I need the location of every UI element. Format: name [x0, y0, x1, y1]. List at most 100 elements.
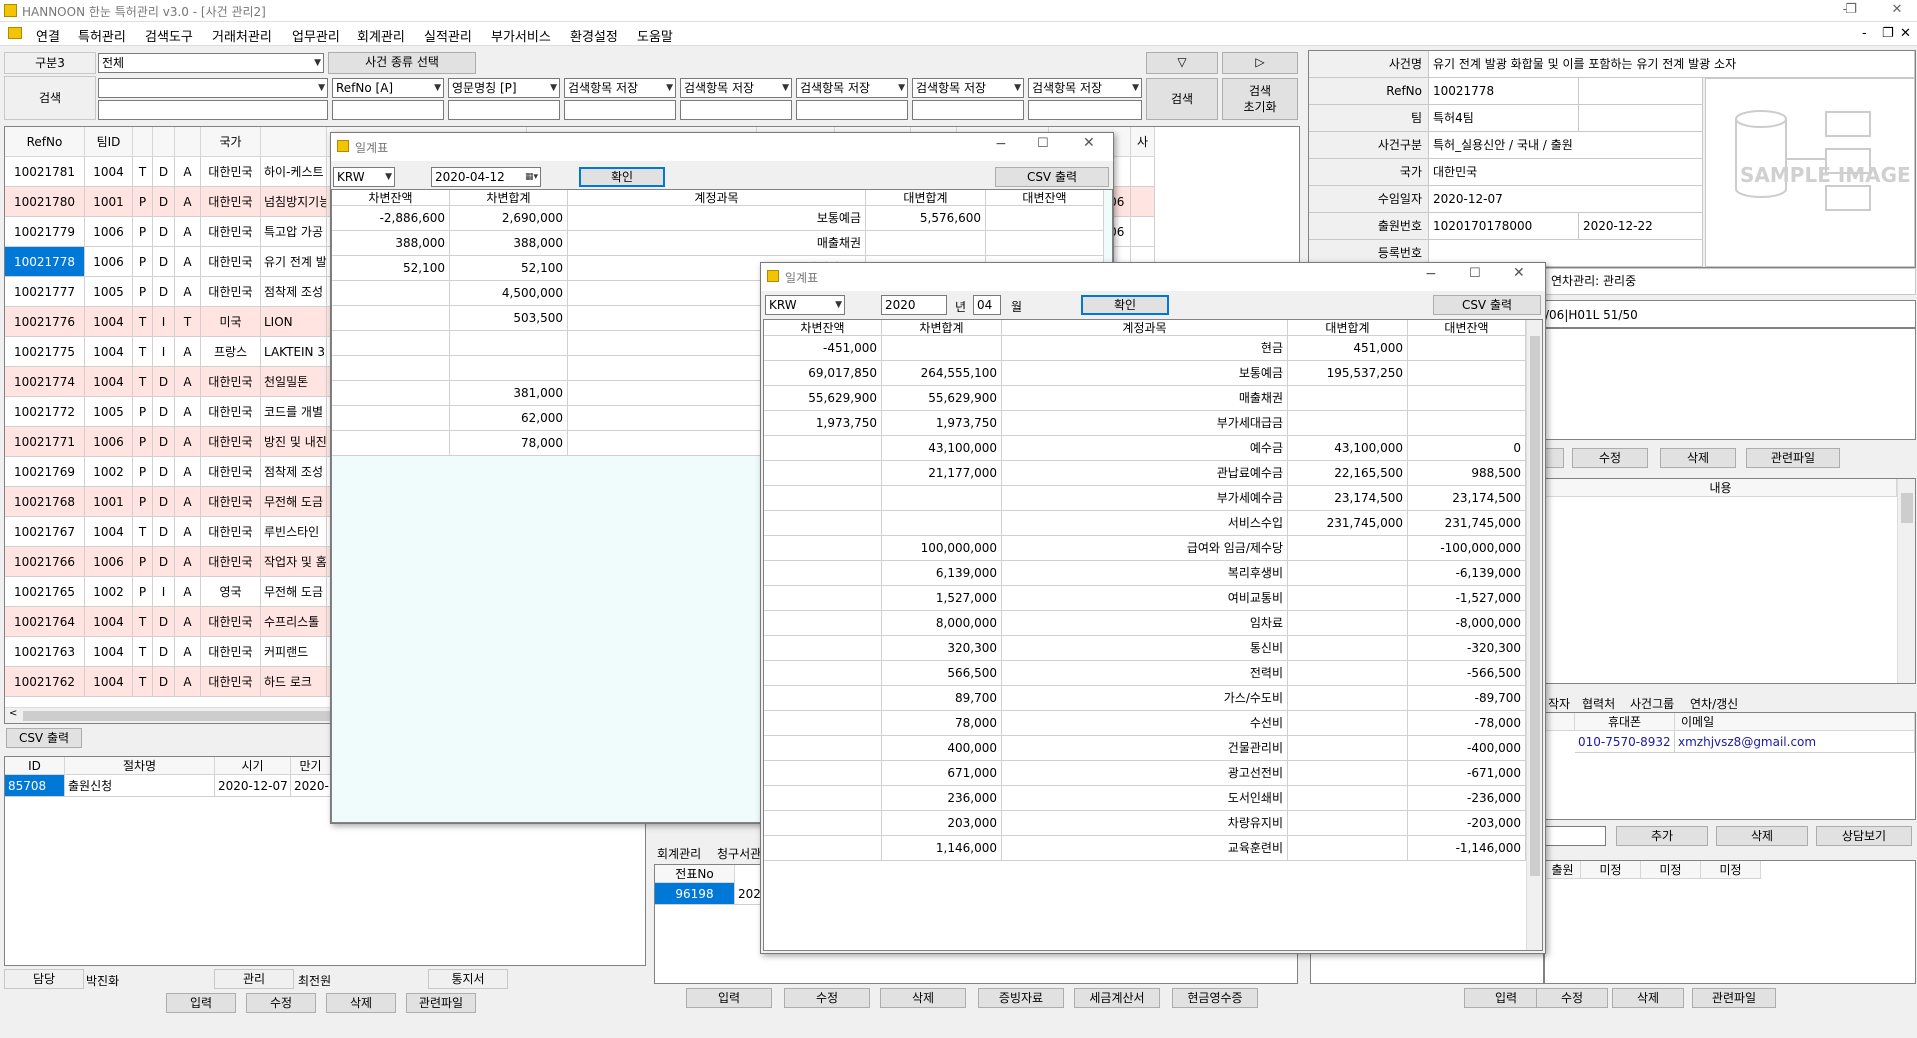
- dialog1-cell-debit-total[interactable]: 4,500,000: [450, 281, 568, 306]
- dialog2-cell-credit-balance[interactable]: -89,700: [1408, 686, 1526, 711]
- procedure-row-id[interactable]: 85708: [5, 775, 65, 797]
- dialog2-cell-credit-balance[interactable]: -566,500: [1408, 661, 1526, 686]
- case-cell-team[interactable]: 1002: [85, 577, 133, 607]
- case-cell-country[interactable]: 대한민국: [201, 517, 261, 547]
- dialog1-cell-debit-balance[interactable]: 388,000: [332, 231, 450, 256]
- dialog1-cell-credit-balance[interactable]: [986, 231, 1104, 256]
- dialog2-cell-debit-balance[interactable]: [764, 511, 882, 536]
- case-cell-country[interactable]: 프랑스: [201, 337, 261, 367]
- menu-connect[interactable]: 연결: [36, 26, 60, 45]
- case-cell-flag-a[interactable]: T: [133, 637, 153, 667]
- dialog2-cell-account[interactable]: 부가세대급금: [1002, 411, 1288, 436]
- case-cell-flag-a[interactable]: T: [133, 307, 153, 337]
- search-field-select-4[interactable]: 검색항목 저장 ▼: [680, 78, 792, 98]
- case-cell-flag-c[interactable]: A: [175, 607, 201, 637]
- search-reset-button[interactable]: 검색 초기화: [1222, 78, 1298, 120]
- dialog2-header-credit-total[interactable]: 대변합계: [1288, 320, 1408, 336]
- case-cell-country[interactable]: 대한민국: [201, 277, 261, 307]
- case-cell-country[interactable]: 대한민국: [201, 637, 261, 667]
- search-field-select-1[interactable]: RefNo [A] ▼: [332, 78, 444, 98]
- case-cell-team[interactable]: 1004: [85, 607, 133, 637]
- case-cell-extra[interactable]: [1131, 157, 1155, 187]
- case-cell-flag-c[interactable]: A: [175, 157, 201, 187]
- case-cell-ref[interactable]: 10021764: [5, 607, 85, 637]
- case-cell-flag-b[interactable]: D: [153, 367, 175, 397]
- contact-email[interactable]: xmzhjvsz8@gmail.com: [1675, 731, 1915, 753]
- case-cell-team[interactable]: 1001: [85, 187, 133, 217]
- case-cell-extra[interactable]: [1131, 217, 1155, 247]
- case-cell-flag-c[interactable]: A: [175, 667, 201, 697]
- case-cell-name[interactable]: 코드를 개별: [261, 397, 327, 427]
- dialog1-cell-credit-balance[interactable]: [986, 206, 1104, 231]
- case-cell-name[interactable]: 하드 로크: [261, 667, 327, 697]
- case-cell-flag-b[interactable]: D: [153, 277, 175, 307]
- case-cell-team[interactable]: 1006: [85, 247, 133, 277]
- dialog2-cell-credit-total[interactable]: [1288, 761, 1408, 786]
- dialog2-cell-debit-total[interactable]: 400,000: [882, 736, 1002, 761]
- case-cell-flag-b[interactable]: D: [153, 457, 175, 487]
- case-cell-country[interactable]: 대한민국: [201, 607, 261, 637]
- case-cell-flag-b[interactable]: D: [153, 637, 175, 667]
- dialog2-cell-debit-balance[interactable]: 1,973,750: [764, 411, 882, 436]
- case-cell-team[interactable]: 1001: [85, 487, 133, 517]
- dialog2-month-input[interactable]: 04: [973, 295, 1001, 315]
- acct-delete-button[interactable]: 삭제: [880, 988, 966, 1008]
- dialog2-cell-credit-balance[interactable]: [1408, 336, 1526, 361]
- case-cell-country[interactable]: 영국: [201, 577, 261, 607]
- dialog2-scrollbar[interactable]: [1526, 320, 1542, 950]
- dialog2-cell-credit-balance[interactable]: -8,000,000: [1408, 611, 1526, 636]
- case-cell-team[interactable]: 1004: [85, 517, 133, 547]
- dialog2-cell-credit-balance[interactable]: 23,174,500: [1408, 486, 1526, 511]
- case-cell-flag-a[interactable]: P: [133, 457, 153, 487]
- dialog2-cell-account[interactable]: 광고선전비: [1002, 761, 1288, 786]
- case-cell-ref[interactable]: 10021778: [5, 247, 85, 277]
- dialog2-cell-debit-balance[interactable]: [764, 811, 882, 836]
- acct-edit-button[interactable]: 수정: [784, 988, 870, 1008]
- dialog2-header-debit-total[interactable]: 차변합계: [882, 320, 1002, 336]
- menu-work[interactable]: 업무관리: [292, 26, 340, 45]
- tab-inventor[interactable]: 작자: [1548, 695, 1570, 712]
- dialog2-cell-account[interactable]: 임차료: [1002, 611, 1288, 636]
- scroll-left-icon[interactable]: <: [9, 708, 17, 719]
- dialog2-cell-credit-total[interactable]: [1288, 686, 1408, 711]
- dialog2-cell-credit-total[interactable]: 23,174,500: [1288, 486, 1408, 511]
- case-cell-name[interactable]: 무전해 도금: [261, 577, 327, 607]
- case-cell-flag-c[interactable]: A: [175, 367, 201, 397]
- case-cell-flag-c[interactable]: A: [175, 637, 201, 667]
- dialog1-cell-debit-total[interactable]: 62,000: [450, 406, 568, 431]
- dialog2-cell-debit-total[interactable]: 203,000: [882, 811, 1002, 836]
- dialog1-header-credit-total[interactable]: 대변합계: [866, 190, 986, 206]
- case-cell-name[interactable]: 점착제 조성: [261, 457, 327, 487]
- dialog2-cell-credit-total[interactable]: [1288, 561, 1408, 586]
- dialog2-cell-account[interactable]: 현금: [1002, 336, 1288, 361]
- dialog1-cell-debit-total[interactable]: 503,500: [450, 306, 568, 331]
- dialog2-cell-debit-balance[interactable]: [764, 536, 882, 561]
- search-field-select-7[interactable]: 검색항목 저장 ▼: [1028, 78, 1142, 98]
- case-cell-flag-c[interactable]: A: [175, 487, 201, 517]
- case-cell-flag-a[interactable]: P: [133, 277, 153, 307]
- csv-export-button[interactable]: CSV 출력: [6, 728, 82, 748]
- case-cell-flag-a[interactable]: P: [133, 397, 153, 427]
- dialog2-cell-credit-balance[interactable]: [1408, 386, 1526, 411]
- case-cell-flag-b[interactable]: D: [153, 667, 175, 697]
- dialog2-cell-credit-total[interactable]: [1288, 811, 1408, 836]
- case-cell-country[interactable]: 대한민국: [201, 187, 261, 217]
- case-cell-flag-a[interactable]: P: [133, 247, 153, 277]
- case-cell-flag-a[interactable]: P: [133, 217, 153, 247]
- content-scroll-thumb[interactable]: [1901, 493, 1913, 523]
- detail-delete2-button[interactable]: 삭제: [1612, 988, 1684, 1008]
- case-cell-flag-b[interactable]: D: [153, 607, 175, 637]
- search-input-4[interactable]: [680, 100, 792, 120]
- case-header-extra[interactable]: 사: [1131, 127, 1155, 157]
- dialog2-cell-account[interactable]: 차량유지비: [1002, 811, 1288, 836]
- case-cell-flag-b[interactable]: D: [153, 247, 175, 277]
- dialog2-cell-credit-total[interactable]: 231,745,000: [1288, 511, 1408, 536]
- procedure-row-date[interactable]: 2020-12-07: [215, 775, 291, 797]
- contact-delete-button[interactable]: 삭제: [1716, 826, 1808, 846]
- mdi-minimize-icon[interactable]: -: [1862, 26, 1867, 41]
- dialog2-cell-account[interactable]: 관납료예수금: [1002, 461, 1288, 486]
- dialog2-cell-debit-total[interactable]: 89,700: [882, 686, 1002, 711]
- case-cell-flag-b[interactable]: D: [153, 487, 175, 517]
- dialog2-cell-debit-total[interactable]: 43,100,000: [882, 436, 1002, 461]
- dialog1-cell-debit-balance[interactable]: [332, 406, 450, 431]
